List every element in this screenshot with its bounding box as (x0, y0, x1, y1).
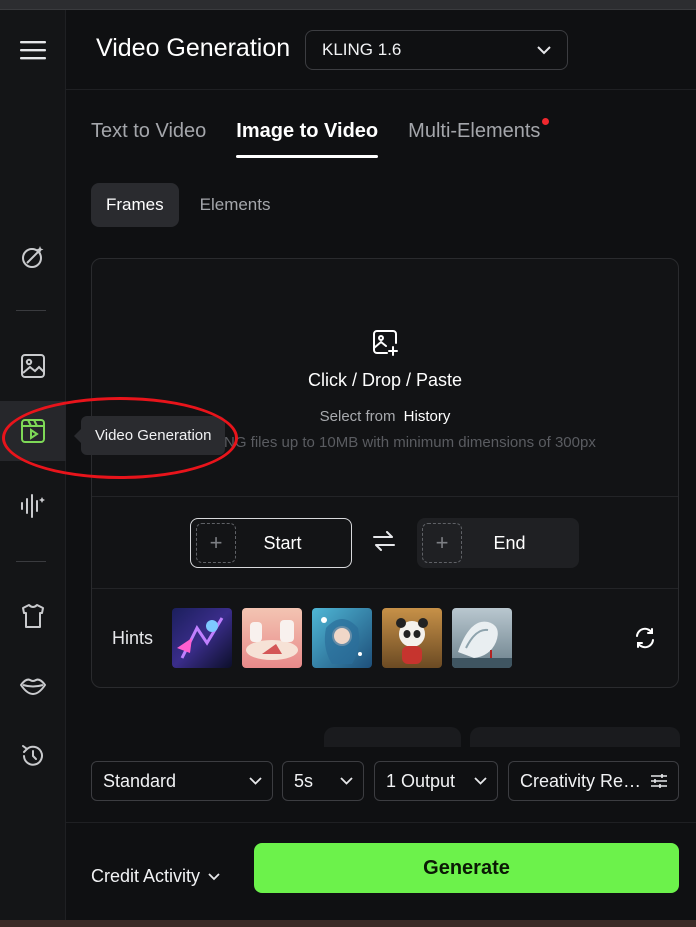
plus-icon: + (422, 523, 462, 563)
hidden-options-row (324, 727, 680, 747)
sidebar-item-audio[interactable] (0, 476, 66, 536)
sidebar-item-images[interactable] (0, 336, 66, 396)
sidebar-item-ai-images[interactable] (0, 227, 66, 287)
sidebar-divider (16, 310, 46, 311)
sub-tabs: Frames Elements (91, 183, 286, 227)
end-frame-button[interactable]: + End (417, 518, 579, 568)
window-bottom-strip (0, 920, 696, 927)
model-select[interactable]: KLING 1.6 (305, 30, 568, 70)
window-top-strip (0, 0, 696, 10)
main-panel: Video Generation KLING 1.6 Text to Video… (66, 10, 696, 920)
sidebar (0, 10, 66, 920)
hint-thumbnail[interactable] (242, 608, 302, 668)
clothing-icon (22, 604, 44, 628)
creativity-settings-label: Creativity Re… (520, 770, 642, 791)
subtab-frames[interactable]: Frames (91, 183, 179, 227)
subtab-elements[interactable]: Elements (185, 183, 286, 227)
duration-select-value: 5s (294, 770, 314, 791)
history-icon (22, 745, 43, 766)
settings-row: Standard 5s 1 Output Creativity Re… (91, 761, 681, 801)
header: Video Generation KLING 1.6 (66, 10, 696, 90)
refresh-icon[interactable] (634, 627, 656, 649)
hint-thumbnail[interactable] (382, 608, 442, 668)
frame-row: + Start + End (92, 497, 678, 589)
chevron-down-icon (537, 45, 551, 54)
menu-button[interactable] (0, 20, 66, 80)
mode-select-value: Standard (103, 770, 177, 791)
video-generation-icon (21, 419, 45, 443)
sliders-icon (651, 774, 667, 788)
footer: Credit Activity Generate (66, 822, 696, 920)
output-count-value: 1 Output (386, 770, 456, 791)
upload-card: Click / Drop / Paste Select from History… (91, 258, 679, 688)
image-icon (21, 354, 45, 378)
credit-activity-label: Credit Activity (91, 866, 201, 886)
start-frame-label: Start (263, 532, 302, 553)
lip-sync-icon (20, 678, 46, 695)
chevron-down-icon (208, 872, 220, 880)
tab-multi-elements[interactable]: Multi-Elements (408, 118, 550, 158)
chevron-down-icon (340, 777, 353, 785)
sidebar-item-video-generation[interactable] (0, 401, 66, 461)
duration-select[interactable]: 5s (282, 761, 364, 801)
ghost-pill (470, 727, 680, 747)
hints-row: Hints (92, 589, 678, 687)
audio-icon (21, 494, 45, 518)
swap-frames-icon[interactable] (372, 531, 396, 551)
model-select-value: KLING 1.6 (322, 40, 402, 59)
plus-icon: + (196, 523, 236, 563)
chevron-down-icon (249, 777, 262, 785)
start-frame-button[interactable]: + Start (190, 518, 352, 568)
tab-image-to-video[interactable]: Image to Video (236, 118, 378, 158)
notification-dot (542, 118, 550, 125)
sidebar-tooltip: Video Generation (73, 416, 226, 455)
history-link[interactable]: History (404, 408, 451, 425)
output-count-select[interactable]: 1 Output (374, 761, 498, 801)
page-title: Video Generation (96, 34, 291, 62)
chevron-down-icon (474, 777, 487, 785)
menu-icon (20, 41, 46, 60)
hint-thumbnail[interactable] (312, 608, 372, 668)
upload-dropzone[interactable]: Click / Drop / Paste Select from History… (92, 259, 678, 497)
mode-tabs: Text to Video Image to Video Multi-Eleme… (91, 118, 550, 168)
hint-thumbnail[interactable] (452, 608, 512, 668)
hint-thumbnail[interactable] (172, 608, 232, 668)
ai-images-icon (22, 246, 44, 268)
mode-select[interactable]: Standard (91, 761, 273, 801)
sidebar-item-clothing[interactable] (0, 586, 66, 646)
file-requirements-hint: NG files up to 10MB with minimum dimensi… (224, 434, 596, 451)
add-image-icon (373, 330, 398, 356)
ghost-pill (324, 727, 461, 747)
select-from-label: Select from (319, 408, 396, 425)
tab-text-to-video[interactable]: Text to Video (91, 118, 206, 158)
sidebar-item-history[interactable] (0, 726, 66, 786)
generate-button[interactable]: Generate (254, 843, 679, 893)
end-frame-label: End (493, 532, 526, 553)
credit-activity-dropdown[interactable]: Credit Activity (91, 866, 220, 887)
hints-label: Hints (112, 628, 154, 648)
sidebar-divider (16, 561, 46, 562)
sidebar-item-lip-sync[interactable] (0, 656, 66, 716)
upload-title: Click / Drop / Paste (307, 370, 463, 390)
tab-multi-elements-label: Multi-Elements (408, 120, 541, 142)
creativity-settings[interactable]: Creativity Re… (508, 761, 679, 801)
